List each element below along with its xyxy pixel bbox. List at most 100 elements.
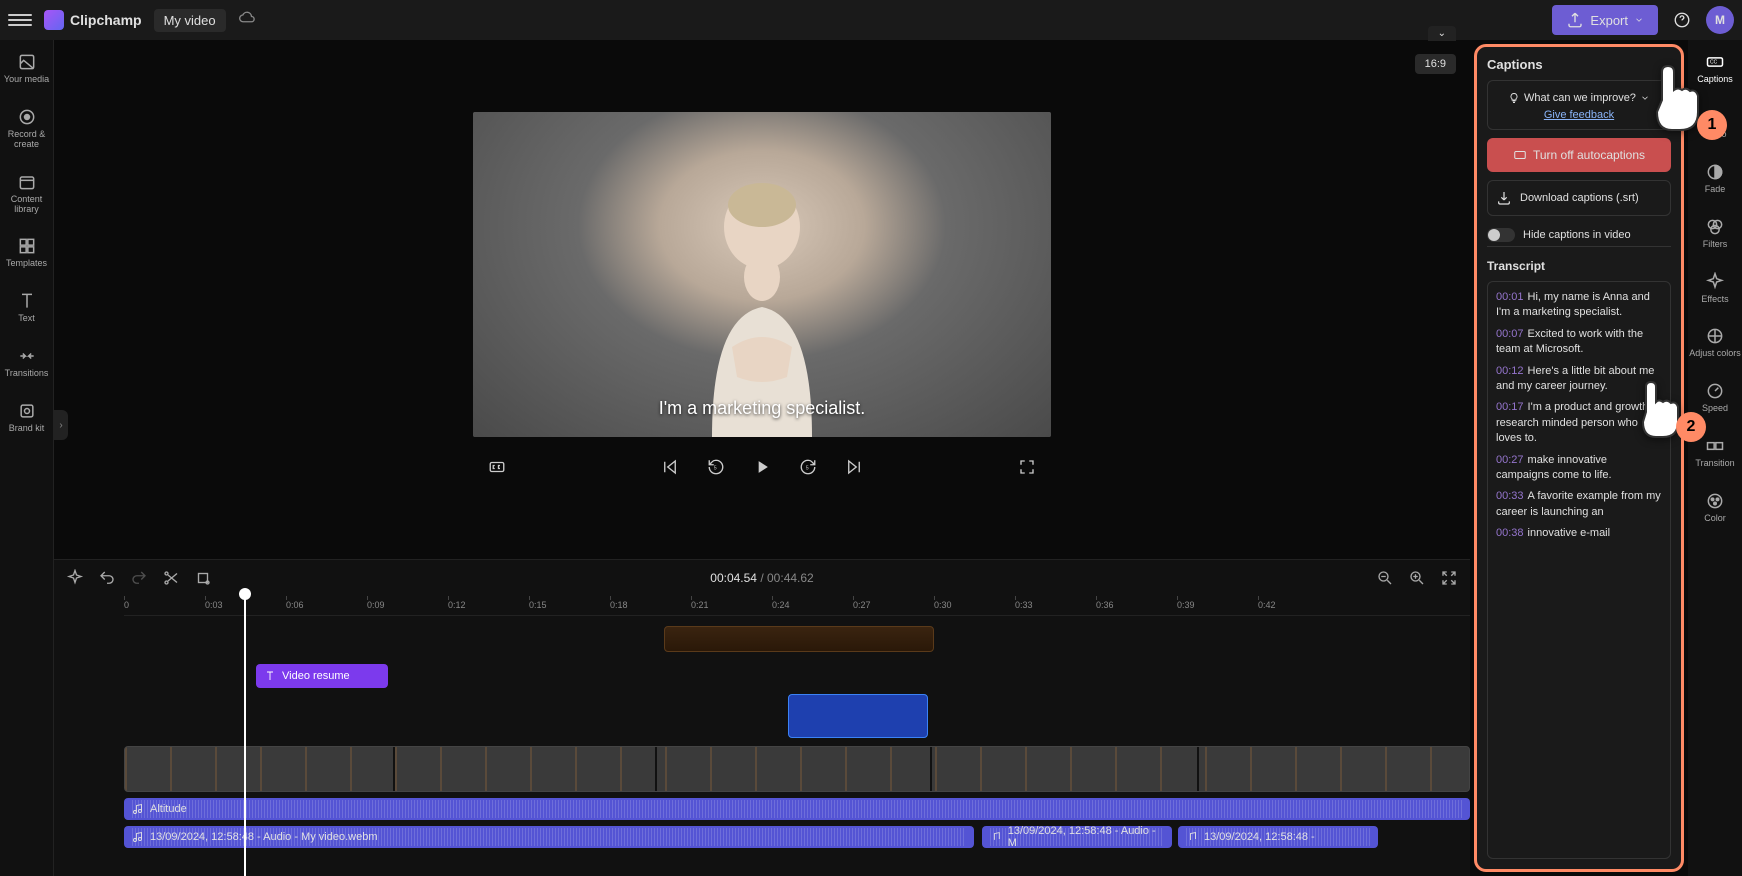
zoom-out-button[interactable] xyxy=(1374,567,1396,589)
forward-5s-button[interactable]: 5 xyxy=(794,453,822,481)
text-icon xyxy=(17,291,37,311)
download-icon xyxy=(1496,189,1512,207)
speed-icon xyxy=(1705,381,1725,401)
timecode-display: 00:04.54 / 00:44.62 xyxy=(710,571,813,585)
right-rail-filters[interactable]: Filters xyxy=(1688,215,1742,252)
left-rail-library[interactable]: Content library xyxy=(0,170,53,217)
right-rail-fade[interactable]: Fade xyxy=(1688,160,1742,197)
preview-area: 16:9 I'm a marketing specialist. xyxy=(54,40,1470,559)
transcript-timestamp: 00:38 xyxy=(1496,527,1524,539)
help-button[interactable] xyxy=(1668,6,1696,34)
sync-status-icon xyxy=(238,9,256,32)
right-rail-color[interactable]: Color xyxy=(1688,489,1742,526)
rail-label: Transitions xyxy=(5,369,49,379)
ruler-tick: 0:12 xyxy=(448,600,466,610)
transcript-heading: Transcript xyxy=(1487,259,1671,273)
chevron-down-icon xyxy=(1640,89,1650,107)
fullscreen-button[interactable] xyxy=(1013,453,1041,481)
play-button[interactable] xyxy=(748,453,776,481)
menu-button[interactable] xyxy=(8,8,32,32)
export-button[interactable]: Export xyxy=(1552,5,1658,35)
left-rail-transitions[interactable]: Transitions xyxy=(0,344,53,381)
export-label: Export xyxy=(1590,13,1628,28)
video-track-clip[interactable] xyxy=(124,746,1470,792)
transcript-line[interactable]: 00:07Excited to work with the team at Mi… xyxy=(1496,327,1662,358)
left-rail-templates[interactable]: Templates xyxy=(0,234,53,271)
svg-text:CC: CC xyxy=(1710,60,1718,66)
transcript-line[interactable]: 00:12Here's a little bit about me and my… xyxy=(1496,364,1662,395)
left-rail-record[interactable]: Record & create xyxy=(0,105,53,152)
templates-icon xyxy=(17,236,37,256)
ruler-tick: 0:27 xyxy=(853,600,871,610)
right-rail-cc[interactable]: CCCaptions xyxy=(1688,50,1742,87)
right-rail-effects[interactable]: Effects xyxy=(1688,270,1742,307)
audio-track-altitude[interactable]: Altitude xyxy=(124,798,1470,820)
project-name[interactable]: My video xyxy=(154,9,226,32)
transcript-line[interactable]: 00:38innovative e-mail xyxy=(1496,526,1662,541)
feedback-box[interactable]: What can we improve? Give feedback xyxy=(1487,80,1671,130)
transcript-timestamp: 00:01 xyxy=(1496,291,1524,303)
playhead[interactable] xyxy=(244,596,246,876)
redo-button[interactable] xyxy=(128,567,150,589)
rail-label: Filters xyxy=(1703,240,1728,250)
timeline-tracks[interactable]: Video resume Altitude xyxy=(124,616,1470,876)
svg-text:5: 5 xyxy=(806,465,809,471)
transitions-icon xyxy=(17,346,37,366)
zoom-in-button[interactable] xyxy=(1406,567,1428,589)
transcript-list[interactable]: 00:01Hi, my name is Anna and I'm a marke… xyxy=(1487,281,1671,859)
crop-button[interactable] xyxy=(192,567,214,589)
hide-captions-toggle[interactable] xyxy=(1487,228,1515,242)
media-icon xyxy=(17,52,37,72)
collapse-timeline-button[interactable]: ⌄ xyxy=(1428,26,1456,41)
transcript-line[interactable]: 00:27make innovative campaigns come to l… xyxy=(1496,453,1662,484)
left-rail-media[interactable]: Your media xyxy=(0,50,53,87)
fit-timeline-button[interactable] xyxy=(1438,567,1460,589)
ruler-tick: 0:39 xyxy=(1177,600,1195,610)
ruler-tick: 0:03 xyxy=(205,600,223,610)
cc-icon: CC xyxy=(1705,52,1725,72)
right-rail-transition[interactable]: Transition xyxy=(1688,434,1742,471)
audio-track-recording-1[interactable]: 13/09/2024, 12:58:48 - Audio - My video.… xyxy=(124,826,974,848)
skip-back-button[interactable] xyxy=(656,453,684,481)
left-rail-text[interactable]: Text xyxy=(0,289,53,326)
brand-icon xyxy=(17,401,37,421)
library-icon xyxy=(17,172,37,192)
undo-button[interactable] xyxy=(96,567,118,589)
transcript-timestamp: 00:17 xyxy=(1496,401,1524,413)
turn-off-autocaptions-button[interactable]: Turn off autocaptions xyxy=(1487,138,1671,172)
text-clip[interactable]: Video resume xyxy=(256,664,388,688)
transcript-timestamp: 00:12 xyxy=(1496,365,1524,377)
rail-label: Color xyxy=(1704,514,1726,524)
split-button[interactable] xyxy=(160,567,182,589)
ruler-tick: 0:06 xyxy=(286,600,304,610)
audio-track-recording-3[interactable]: 13/09/2024, 12:58:48 - xyxy=(1178,826,1378,848)
rewind-5s-button[interactable]: 5 xyxy=(702,453,730,481)
timeline-ruler[interactable]: 00:030:060:090:120:150:180:210:240:270:3… xyxy=(124,596,1470,616)
blue-overlay-clip[interactable] xyxy=(788,694,928,738)
transcript-line[interactable]: 00:33A favorite example from my career i… xyxy=(1496,489,1662,520)
chevron-down-icon xyxy=(1634,11,1644,29)
transcript-line[interactable]: 00:01Hi, my name is Anna and I'm a marke… xyxy=(1496,290,1662,321)
give-feedback-link[interactable]: Give feedback xyxy=(1496,109,1662,121)
download-captions-button[interactable]: Download captions (.srt) xyxy=(1487,180,1671,216)
ruler-tick: 0 xyxy=(124,600,129,610)
magic-button[interactable] xyxy=(64,567,86,589)
fire-overlay-clip[interactable] xyxy=(664,626,934,652)
audio-icon xyxy=(1705,107,1725,127)
transcript-line[interactable]: 00:17I'm a product and growth research m… xyxy=(1496,400,1662,446)
clipchamp-logo-icon xyxy=(44,10,64,30)
app-logo[interactable]: Clipchamp xyxy=(44,10,142,30)
right-rail-speed[interactable]: Speed xyxy=(1688,379,1742,416)
rail-label: Record & create xyxy=(0,130,53,150)
left-rail-brand[interactable]: Brand kit xyxy=(0,399,53,436)
skip-forward-button[interactable] xyxy=(840,453,868,481)
audio-track-recording-2[interactable]: 13/09/2024, 12:58:48 - Audio - M xyxy=(982,826,1172,848)
cc-toggle-button[interactable] xyxy=(483,453,511,481)
right-rail-adjust[interactable]: Adjust colors xyxy=(1688,324,1742,361)
user-avatar[interactable]: M xyxy=(1706,6,1734,34)
ruler-tick: 0:33 xyxy=(1015,600,1033,610)
rail-label: Audio xyxy=(1703,130,1726,140)
right-rail-audio[interactable]: Audio xyxy=(1688,105,1742,142)
video-canvas[interactable]: I'm a marketing specialist. xyxy=(473,112,1051,437)
aspect-ratio-button[interactable]: 16:9 xyxy=(1415,54,1456,74)
